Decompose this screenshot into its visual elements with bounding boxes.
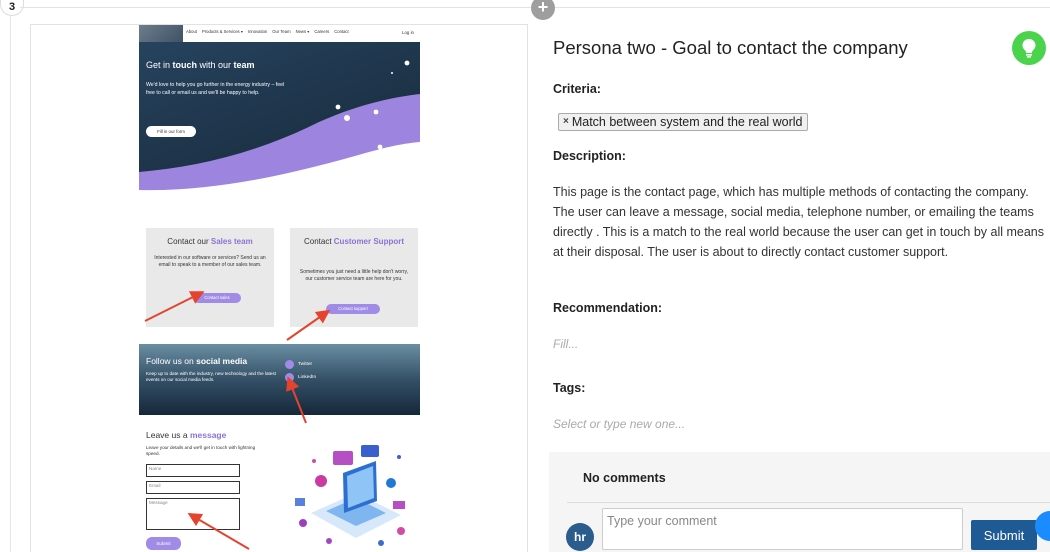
page-title: Persona two - Goal to contact the compan… — [553, 37, 908, 58]
mock-email-field: Email — [146, 481, 240, 494]
sales-card-title: Contact our Sales team — [146, 236, 274, 247]
mock-logo — [139, 25, 183, 42]
mock-message-field: Message — [146, 498, 240, 530]
screenshot-card[interactable]: About Products & Services ▾ Innovation O… — [30, 24, 528, 552]
mock-login-link: Log in — [402, 30, 414, 35]
sales-card-text: Interested in our software or services? … — [154, 255, 266, 268]
divider — [567, 502, 1050, 503]
mock-nav-item: Products & Services ▾ — [201, 29, 243, 34]
twitter-link: Twitter — [285, 360, 312, 369]
contact-sales-button: Contact sales — [193, 293, 241, 303]
submit-comment-button[interactable]: Submit — [971, 520, 1037, 550]
no-comments-heading: No comments — [583, 471, 666, 485]
contact-page-screenshot: About Products & Services ▾ Innovation O… — [139, 25, 420, 552]
mock-nav-item: Our Team — [272, 29, 291, 34]
mock-submit-button: Submit — [146, 537, 181, 550]
card-title-part: Contact our — [167, 237, 211, 246]
mock-nav-item: Contact — [334, 29, 349, 34]
linkedin-label: LinkedIn — [298, 375, 317, 380]
mock-name-field: Name — [146, 464, 240, 477]
hero-title-part: with our — [197, 60, 234, 70]
hero-title-part: touch — [172, 60, 198, 70]
lightbulb-icon[interactable] — [1012, 31, 1046, 65]
mock-nav-item: Careers — [314, 29, 330, 34]
hero-title: Get in touch with our team — [146, 60, 255, 70]
hero-form-button: Fill in our form — [146, 126, 196, 137]
mock-nav-item: About — [186, 29, 197, 34]
sales-card: Contact our Sales team Interested in our… — [146, 228, 274, 327]
mock-nav-item: News ▾ — [295, 29, 310, 34]
linkedin-link: LinkedIn — [285, 373, 316, 382]
comment-input[interactable] — [602, 508, 963, 550]
criteria-tag-label: Match between system and the real world — [571, 115, 803, 129]
message-title: Leave us a message — [146, 430, 226, 440]
description-label: Description: — [553, 149, 626, 163]
linkedin-icon — [285, 373, 294, 382]
mock-nav-item: Innovation — [247, 29, 268, 34]
mock-nav-items: About Products & Services ▾ Innovation O… — [186, 29, 349, 34]
comments-panel: No comments hr Submit — [549, 452, 1050, 552]
social-title: Follow us on social media — [146, 356, 247, 366]
message-title-accent: message — [189, 430, 227, 440]
card-title-part: Contact — [303, 237, 334, 246]
twitter-icon — [285, 360, 294, 369]
card-title-accent: Sales team — [210, 237, 253, 246]
social-section: Follow us on social media Keep up to dat… — [139, 344, 420, 415]
laptop-illustration — [295, 445, 405, 546]
twitter-label: Twitter — [298, 362, 313, 367]
social-title-part: Follow us on — [146, 356, 197, 366]
remove-tag-icon[interactable]: × — [563, 114, 569, 130]
avatar: hr — [566, 523, 594, 551]
lightbulb-glyph — [1022, 39, 1036, 58]
criteria-label: Criteria: — [553, 82, 601, 96]
contact-support-button: Contact support — [326, 304, 380, 314]
support-card: Contact Customer Support Sometimes you j… — [290, 228, 418, 327]
plus-icon[interactable]: + — [531, 0, 555, 20]
support-card-title: Contact Customer Support — [290, 236, 418, 247]
tags-label: Tags: — [553, 381, 586, 395]
card-title-accent: Customer Support — [333, 237, 405, 246]
criteria-tag[interactable]: × Match between system and the real worl… — [558, 113, 808, 131]
page: 3 + About Products & Services ▾ Innovati… — [0, 0, 1050, 552]
description-text[interactable]: This page is the contact page, which has… — [553, 182, 1048, 262]
message-text: Leave your details and we'll get in touc… — [146, 445, 256, 456]
mock-hero: Get in touch with our team We'd love to … — [139, 42, 420, 205]
message-title-part: Leave us a — [146, 430, 190, 440]
tags-input[interactable]: Select or type new one... — [553, 417, 685, 431]
support-card-text: Sometimes you just need a little help do… — [299, 269, 409, 282]
hero-title-part: team — [233, 60, 255, 70]
step-number-badge: 3 — [0, 0, 24, 16]
social-title-part: social media — [196, 356, 248, 366]
hero-text: We'd love to help you go further in the … — [146, 82, 285, 96]
recommendation-label: Recommendation: — [553, 301, 663, 315]
gutter-line — [10, 16, 11, 552]
mock-navbar: About Products & Services ▾ Innovation O… — [139, 25, 420, 42]
recommendation-input[interactable]: Fill... — [553, 337, 578, 351]
social-text: Keep up to date with the industry, new t… — [146, 371, 276, 382]
hero-title-part: Get in — [146, 60, 173, 70]
